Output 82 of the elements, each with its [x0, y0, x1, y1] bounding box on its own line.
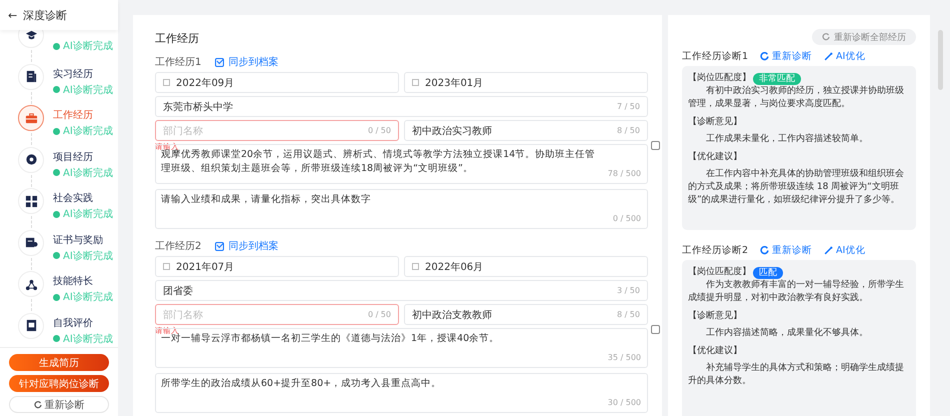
match-label: 【岗位匹配度】	[688, 72, 751, 85]
nodes-icon	[24, 278, 38, 290]
match-label: 【岗位匹配度】	[688, 266, 751, 279]
rediagnose-link[interactable]: 重新诊断	[760, 50, 812, 63]
char-count: 3 / 50	[616, 286, 640, 295]
ai-optimize-link[interactable]: AI优化	[824, 50, 866, 63]
doc-icon	[24, 70, 38, 83]
sync-checkbox[interactable]: 同步到档案	[215, 239, 278, 253]
refresh-icon	[822, 33, 830, 41]
opinion-text: 工作内容描述简略，成果量化不够具体。	[705, 327, 869, 340]
copy-icon[interactable]	[651, 325, 660, 334]
step-label[interactable]: 实习经历	[53, 66, 113, 80]
step-status: AI诊断完成	[53, 82, 113, 96]
diagnosis-title: 工作经历诊断1	[682, 50, 748, 63]
date-field[interactable]: 2022年09月	[155, 72, 399, 93]
step-status: AI诊断完成	[53, 332, 113, 346]
wand-icon	[824, 52, 834, 61]
opinion-text: 工作成果未量化，工作内容描述较简单。	[705, 133, 869, 146]
step-status: AI诊断完成	[53, 207, 113, 221]
diagnosis-title: 工作经历诊断2	[682, 244, 748, 257]
step-label[interactable]: 项目经历	[53, 150, 113, 164]
advice-text: 补充辅导学生的具体方式和策略；明确学生成绩提升的具体分数。	[688, 362, 905, 388]
step-label[interactable]: 工作经历	[53, 108, 113, 122]
copy-icon[interactable]	[651, 141, 660, 150]
opinion-label: 【诊断意见】	[688, 310, 743, 323]
char-count: 0 / 50	[368, 310, 391, 319]
char-count: 0 / 500	[612, 213, 641, 225]
char-count: 0 / 50	[368, 126, 391, 135]
advice-label: 【优化建议】	[688, 151, 743, 164]
step-label[interactable]: 自我评价	[53, 316, 113, 330]
text-field[interactable]: 东莞市桥头中学 7 / 50	[155, 96, 648, 117]
wand-icon	[824, 246, 834, 255]
opinion-label: 【诊断意见】	[688, 116, 743, 129]
char-count: 8 / 50	[616, 126, 640, 135]
entry-label: 工作经历2	[155, 240, 202, 253]
char-count: 30 / 500	[608, 397, 641, 409]
rediagnose-link[interactable]: 重新诊断	[760, 244, 812, 257]
text-area[interactable]: 所带学生的政治成绩从60+提升至80+，成功考入县重点高中。 30 / 500	[155, 373, 648, 413]
sync-checkbox[interactable]: 同步到档案	[215, 55, 278, 69]
briefcase-icon	[24, 112, 38, 124]
rediagnose-button[interactable]: 重新诊断	[9, 396, 109, 413]
grid-icon	[24, 194, 38, 208]
refresh-icon	[760, 52, 770, 61]
action-button[interactable]: 生成简历	[9, 354, 109, 371]
match-text: 有初中政治实习教师的经历，独立授课并协助班级管理，成果显著，与岗位要求高度匹配。	[688, 85, 905, 111]
text-field[interactable]: 初中政治实习教师 8 / 50	[404, 120, 648, 141]
action-button[interactable]: 针对应聘岗位诊断	[9, 375, 109, 392]
ai-optimize-link[interactable]: AI优化	[824, 244, 866, 257]
date-field[interactable]: 2021年07月	[155, 256, 399, 277]
back-icon[interactable]: ←	[8, 8, 18, 22]
text-field[interactable]: 团省委 3 / 50	[155, 280, 648, 301]
step-status: AI诊断完成	[53, 166, 113, 180]
match-badge: 非常匹配	[753, 72, 801, 84]
char-count: 8 / 50	[616, 310, 640, 319]
step-label[interactable]: 社会实践	[53, 191, 113, 205]
step-node[interactable]	[18, 105, 44, 131]
step-status: AI诊断完成	[53, 124, 113, 138]
cap-icon	[24, 30, 38, 42]
step-label[interactable]: 技能特长	[53, 274, 113, 288]
date-field[interactable]: 2022年06月	[404, 256, 648, 277]
step-status: AI诊断完成	[53, 39, 113, 53]
advice-text: 在工作内容中补充具体的协助管理班级和组织班会的方式及成果；将所带班级连续 18 周被评为“文明班级”的成果进行量化，如班级纪律评分提升了多少等。	[688, 168, 905, 207]
section-title: 工作经历	[155, 31, 200, 46]
advice-label: 【优化建议】	[688, 345, 743, 358]
entry-label: 工作经历1	[155, 56, 202, 69]
text-area[interactable]: 请输入业绩和成果，请量化指标，突出具体数字 0 / 500	[155, 189, 648, 229]
refresh-icon	[34, 400, 42, 408]
text-field[interactable]: 初中政治支教教师 8 / 50	[404, 304, 648, 325]
date-field[interactable]: 2023年01月	[404, 72, 648, 93]
match-text: 作为支教教师有丰富的一对一辅导经验，所带学生成绩提升明显，对初中政治教学有良好实践。	[688, 279, 905, 305]
step-status: AI诊断完成	[53, 290, 113, 304]
match-badge: 匹配	[753, 266, 783, 278]
step-status: AI诊断完成	[53, 248, 113, 262]
char-count: 7 / 50	[616, 102, 640, 111]
page-title: 深度诊断	[23, 8, 68, 22]
char-count: 78 / 500	[608, 168, 641, 180]
note-icon	[24, 319, 38, 332]
char-count: 35 / 500	[608, 352, 641, 364]
refresh-icon	[760, 246, 770, 255]
cert-icon	[24, 236, 38, 249]
step-label[interactable]: 证书与奖励	[53, 232, 113, 246]
disc-icon	[24, 153, 38, 166]
